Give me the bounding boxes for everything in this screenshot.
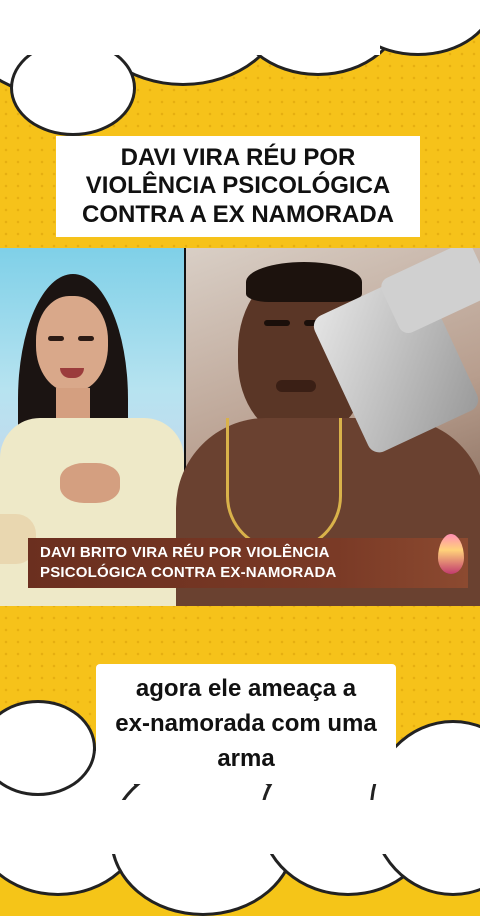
subtitle-line-3: arma <box>217 744 275 772</box>
headline-caption: DAVI VIRA RÉU POR VIOLÊNCIA PSICOLÓGICA … <box>56 136 420 237</box>
headline-line-3: CONTRA A EX NAMORADA <box>82 200 394 228</box>
subtitle-caption: agora ele ameaça a ex-namorada com uma a… <box>96 664 396 785</box>
headline-line-2: VIOLÊNCIA PSICOLÓGICA <box>85 172 391 200</box>
headline-line-1: DAVI VIRA RÉU POR <box>120 144 356 171</box>
subtitle-line-1: agora ele ameaça a <box>135 675 357 702</box>
video-frame[interactable]: DAVI BRITO VIRA RÉU POR VIOLÊNCIA PSICOL… <box>0 248 480 606</box>
lower-third-line-2: PSICOLÓGICA CONTRA EX-NAMORADA <box>40 564 337 581</box>
lower-third-line-1: DAVI BRITO VIRA RÉU POR VIOLÊNCIA <box>40 544 330 561</box>
gold-necklace <box>226 418 342 551</box>
easter-egg-icon <box>438 534 464 574</box>
news-lower-third: DAVI BRITO VIRA RÉU POR VIOLÊNCIA PSICOL… <box>28 534 468 588</box>
watermark-logo <box>454 276 480 298</box>
subtitle-line-2: ex-namorada com uma <box>115 709 377 737</box>
